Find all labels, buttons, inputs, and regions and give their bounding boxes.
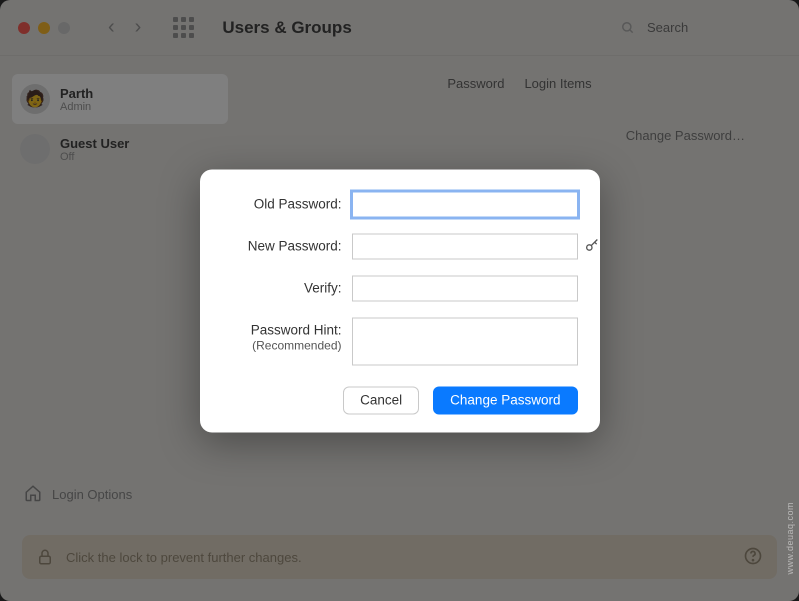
change-password-dialog: Old Password: New Password: Verify: Pass… xyxy=(200,169,600,432)
new-password-input[interactable] xyxy=(352,233,578,259)
old-password-input[interactable] xyxy=(352,191,578,217)
cancel-button[interactable]: Cancel xyxy=(343,386,419,414)
verify-label: Verify: xyxy=(222,275,352,296)
old-password-label: Old Password: xyxy=(222,191,352,212)
hint-label: Password Hint: (Recommended) xyxy=(222,317,352,353)
watermark: www.deuaq.com xyxy=(785,502,795,575)
new-password-label: New Password: xyxy=(222,233,352,254)
password-assistant-key-icon[interactable] xyxy=(584,237,600,258)
change-password-button[interactable]: Change Password xyxy=(433,386,577,414)
password-hint-input[interactable] xyxy=(352,317,578,365)
verify-password-input[interactable] xyxy=(352,275,578,301)
